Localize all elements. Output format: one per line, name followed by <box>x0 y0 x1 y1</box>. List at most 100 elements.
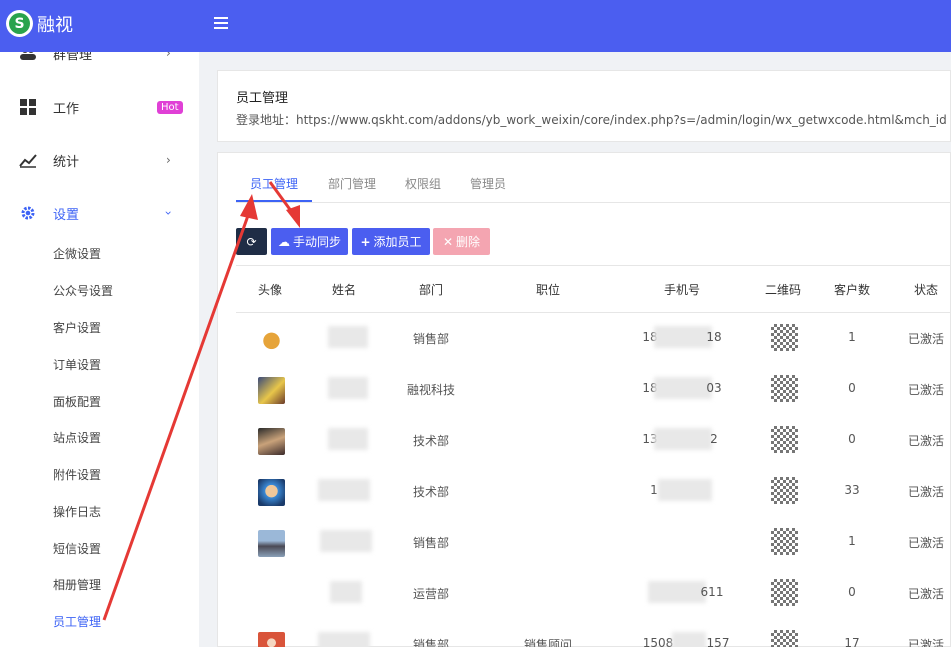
qr-code-icon[interactable] <box>771 477 798 504</box>
sidebar-subitem[interactable]: 短信设置 <box>53 540 101 557</box>
sidebar-subitem[interactable]: 面板配置 <box>53 393 101 410</box>
sidebar-subitem[interactable]: 相册管理 <box>53 576 101 593</box>
sidebar-subitem-employees[interactable]: 员工管理 <box>53 613 101 630</box>
dept-cell: 运营部 <box>412 587 450 601</box>
table-row[interactable]: 技术部 13 2 0 已激活 <box>236 415 951 466</box>
customer-count-cell: 1 <box>848 534 856 548</box>
table-row[interactable]: 技术部 1 33 已激活 <box>236 466 951 517</box>
dept-cell: 技术部 <box>412 434 450 448</box>
status-cell: 已激活 <box>907 638 945 647</box>
table-row[interactable]: 销售部 1 已激活 <box>236 517 951 568</box>
phone-redacted <box>654 326 712 348</box>
sidebar-subitem[interactable]: 企微设置 <box>53 245 101 262</box>
hot-badge: Hot <box>157 100 183 114</box>
name-redacted <box>328 428 368 450</box>
qr-code-icon[interactable] <box>771 375 798 402</box>
phone-redacted <box>672 632 706 647</box>
tab-employees[interactable]: 员工管理 <box>250 175 298 192</box>
tab-bar: 员工管理 部门管理 权限组 管理员 <box>236 153 951 203</box>
employee-table: 头像 姓名 部门 职位 手机号 二维码 客户数 状态 销售部 18 18 1 已… <box>236 265 951 647</box>
phone-redacted <box>648 581 706 603</box>
add-employee-button[interactable]: + 添加员工 <box>352 228 430 255</box>
dept-cell: 销售部 <box>412 638 450 647</box>
avatar <box>258 326 285 353</box>
column-header: 状态 <box>913 283 939 297</box>
phone-end-cell: 2 <box>710 432 718 446</box>
refresh-icon: ⟳ <box>246 234 257 249</box>
column-header: 部门 <box>418 283 444 297</box>
close-icon: ✕ <box>442 234 454 249</box>
top-bar: S 融视 <box>0 0 951 52</box>
hamburger-menu-icon[interactable] <box>214 17 228 31</box>
name-redacted <box>328 326 368 348</box>
sidebar-item-label: 统计 <box>53 154 80 170</box>
name-redacted <box>320 530 372 552</box>
table-header: 头像 姓名 部门 职位 手机号 二维码 客户数 状态 <box>236 265 951 313</box>
sidebar-subitem[interactable]: 客户设置 <box>53 319 101 336</box>
sync-button[interactable]: ☁ 手动同步 <box>271 228 348 255</box>
tab-underline <box>236 200 312 202</box>
sidebar-subitem[interactable]: 公众号设置 <box>53 282 113 299</box>
status-cell: 已激活 <box>907 536 945 550</box>
employee-panel: 员工管理 部门管理 权限组 管理员 ⟳ ☁ 手动同步 + 添加员工 ✕ 删除 头… <box>217 152 951 647</box>
status-cell: 已激活 <box>907 332 945 346</box>
qr-code-icon[interactable] <box>771 579 798 606</box>
sidebar-item-stats[interactable]: 统计 › <box>0 145 199 175</box>
tab-admins[interactable]: 管理员 <box>470 175 506 192</box>
plus-icon: + <box>360 234 371 249</box>
status-cell: 已激活 <box>907 434 945 448</box>
customer-count-cell: 0 <box>848 585 856 599</box>
delete-button[interactable]: ✕ 删除 <box>433 228 490 255</box>
refresh-button[interactable]: ⟳ <box>236 228 267 255</box>
chevron-right-icon: › <box>166 153 171 167</box>
phone-end-cell: 157 <box>706 636 730 647</box>
column-header: 手机号 <box>663 283 701 297</box>
avatar <box>258 530 285 557</box>
table-row[interactable]: 融视科技 18 03 0 已激活 <box>236 364 951 415</box>
table-row[interactable]: 销售部 销售顾问 1508 157 17 已激活 <box>236 619 951 647</box>
name-redacted <box>318 632 370 647</box>
sidebar: 群管理 › 工作 Hot 统计 › 设置 › 企微设置 公众号设置 客户设置 订… <box>0 0 199 647</box>
customer-count-cell: 17 <box>844 636 860 647</box>
sidebar-subitem[interactable]: 附件设置 <box>53 466 101 483</box>
avatar <box>258 428 285 455</box>
dept-cell: 销售部 <box>412 536 450 550</box>
phone-start-cell: 1 <box>650 483 658 497</box>
sidebar-subitem[interactable]: 操作日志 <box>53 503 101 520</box>
phone-start-cell: 1508 <box>642 636 674 647</box>
qr-code-icon[interactable] <box>771 528 798 555</box>
position-cell: 销售顾问 <box>523 638 573 647</box>
qr-code-icon[interactable] <box>771 630 798 647</box>
sidebar-subitem[interactable]: 订单设置 <box>53 356 101 373</box>
phone-end-cell: 18 <box>706 330 722 344</box>
app-logo[interactable]: S 融视 <box>6 10 73 37</box>
chart-icon <box>18 150 38 170</box>
sidebar-item-settings[interactable]: 设置 › <box>0 198 199 228</box>
qr-code-icon[interactable] <box>771 426 798 453</box>
sidebar-item-work[interactable]: 工作 Hot <box>0 92 199 122</box>
dept-cell: 融视科技 <box>406 383 456 397</box>
grid-icon <box>18 97 38 117</box>
name-redacted <box>328 377 368 399</box>
phone-end-cell: 611 <box>700 585 724 599</box>
tab-permissions[interactable]: 权限组 <box>405 175 441 192</box>
dept-cell: 技术部 <box>412 485 450 499</box>
status-cell: 已激活 <box>907 383 945 397</box>
gear-icon <box>18 203 38 223</box>
sidebar-subitem[interactable]: 站点设置 <box>53 429 101 446</box>
table-row[interactable]: 运营部 611 0 已激活 <box>236 568 951 619</box>
column-header: 二维码 <box>764 283 802 297</box>
status-cell: 已激活 <box>907 485 945 499</box>
phone-redacted <box>654 428 712 450</box>
sync-button-label: 手动同步 <box>292 235 341 249</box>
qr-code-icon[interactable] <box>771 324 798 351</box>
name-redacted <box>330 581 362 603</box>
table-row[interactable]: 销售部 18 18 1 已激活 <box>236 313 951 364</box>
avatar <box>258 479 285 506</box>
add-button-label: 添加员工 <box>373 235 422 249</box>
customer-count-cell: 0 <box>848 381 856 395</box>
delete-button-label: 删除 <box>456 235 481 249</box>
cloud-download-icon: ☁ <box>277 234 290 249</box>
tab-departments[interactable]: 部门管理 <box>328 175 376 192</box>
column-header: 姓名 <box>331 283 357 297</box>
